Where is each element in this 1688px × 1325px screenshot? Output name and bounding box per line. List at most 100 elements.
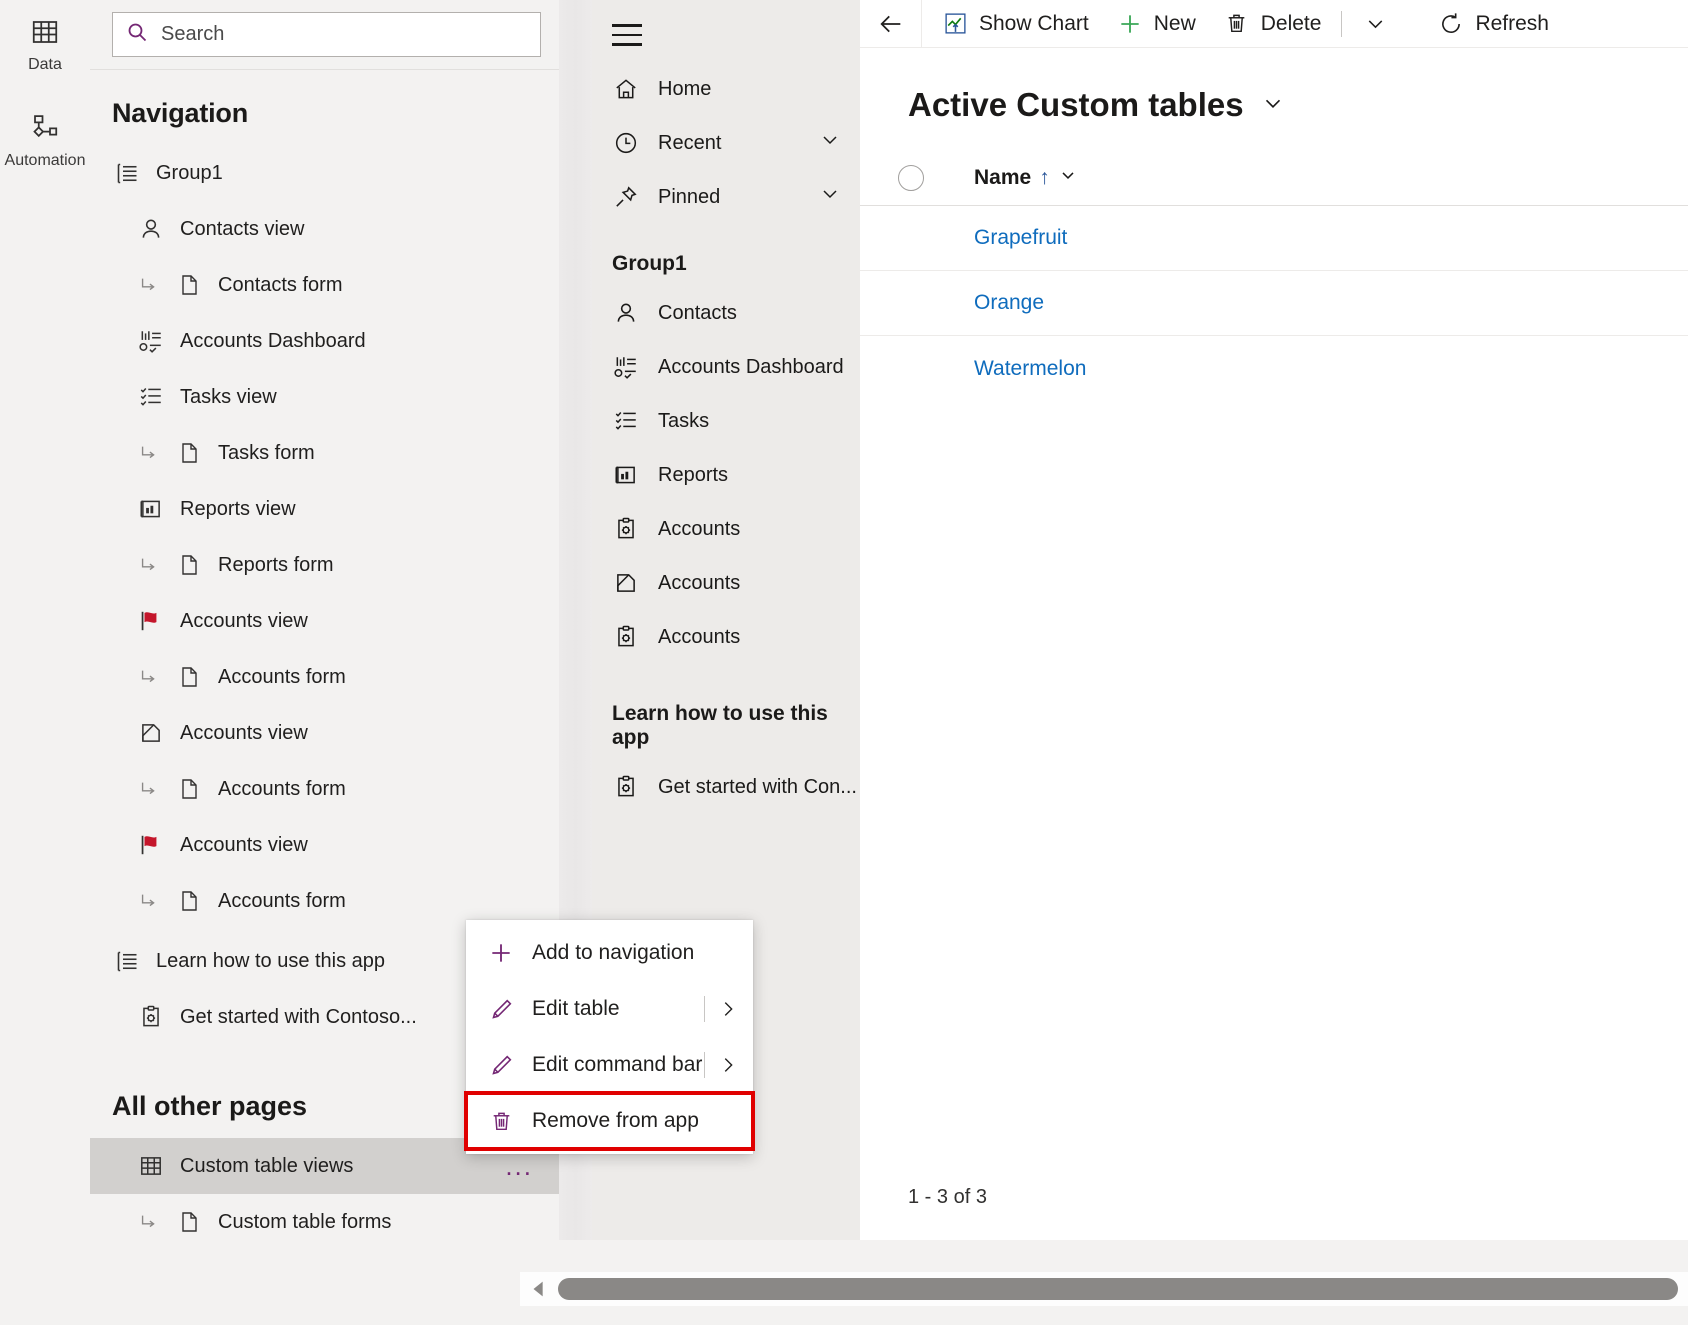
other-page-label: Custom table forms — [218, 1210, 392, 1233]
column-header-name[interactable]: Name ↑ — [974, 165, 1078, 191]
submenu-indicator[interactable] — [704, 1052, 753, 1078]
submenu-indicator[interactable] — [704, 996, 753, 1022]
tree-item-label: Reports view — [180, 497, 296, 520]
rail-item-label: Automation — [4, 151, 86, 169]
page-icon — [174, 886, 204, 916]
menu-item-edit-table[interactable]: Edit table — [466, 981, 753, 1037]
contact-icon — [612, 299, 640, 327]
preview-item-label: Pinned — [658, 185, 721, 208]
preview-item-label: Recent — [658, 131, 722, 154]
menu-item-add-to-navigation[interactable]: Add to navigation — [466, 925, 753, 981]
chevron-down-icon[interactable] — [1260, 90, 1286, 121]
clipboard-gear-icon — [612, 623, 640, 651]
more-options-icon[interactable]: ... — [505, 1153, 533, 1179]
tree-item-accounts-dashboard[interactable]: Accounts Dashboard — [90, 313, 559, 369]
tree-item-label: Accounts Dashboard — [180, 329, 366, 352]
preview-item-label: Accounts — [658, 517, 741, 540]
tree-item-reports-form[interactable]: Reports form — [90, 537, 559, 593]
select-all-circle[interactable] — [898, 164, 924, 191]
group-list-icon — [112, 946, 142, 976]
home-icon — [612, 75, 640, 103]
preview-item-recent[interactable]: Recent — [592, 116, 860, 170]
scrollbar-track[interactable] — [558, 1272, 1688, 1306]
plus-icon — [1117, 11, 1143, 37]
search-input[interactable]: Search — [112, 12, 541, 57]
tree-item-tasks-view[interactable]: Tasks view — [90, 369, 559, 425]
preview-item-reports[interactable]: Reports — [592, 448, 860, 502]
tree-item-reports-view[interactable]: Reports view — [90, 481, 559, 537]
view-selector[interactable]: Active Custom tables — [860, 48, 1688, 150]
table-row[interactable]: Orange — [860, 271, 1688, 336]
tree-item-accounts-form[interactable]: Accounts form — [90, 761, 559, 817]
preview-group-label: Group1 — [612, 252, 687, 275]
contact-icon — [136, 214, 166, 244]
menu-divider — [704, 1052, 705, 1078]
preview-item-accounts[interactable]: Accounts — [592, 610, 860, 664]
preview-learn-label: Learn how to use this app — [612, 702, 828, 749]
preview-item-get-started[interactable]: Get started with Con... — [592, 760, 860, 814]
command-bar: Show Chart New Delete Refresh — [860, 0, 1688, 48]
preview-item-accounts-dashboard[interactable]: Accounts Dashboard — [592, 340, 860, 394]
app-root: Data Automation Search Navigation Group1… — [0, 0, 1688, 1325]
tree-item-accounts-view[interactable]: Accounts view — [90, 593, 559, 649]
menu-item-remove-from-app[interactable]: Remove from app — [464, 1091, 755, 1151]
chevron-down-icon[interactable] — [1058, 165, 1078, 191]
grid-header-row: Name ↑ — [860, 150, 1688, 206]
table-icon — [136, 1151, 166, 1181]
tree-item-label: Accounts form — [218, 889, 346, 912]
tree-item-contacts-form[interactable]: Contacts form — [90, 257, 559, 313]
preview-item-pinned[interactable]: Pinned — [592, 170, 860, 224]
search-area: Search — [90, 0, 559, 70]
overflow-commands-button[interactable] — [1348, 0, 1402, 48]
table-row[interactable]: Watermelon — [860, 336, 1688, 401]
new-button[interactable]: New — [1103, 0, 1210, 48]
plus-icon — [486, 938, 516, 968]
content-pane: Show Chart New Delete Refresh Active Cus… — [860, 0, 1688, 1240]
pin-icon — [612, 183, 640, 211]
tree-item-accounts-view[interactable]: Accounts view — [90, 817, 559, 873]
row-name-link[interactable]: Watermelon — [974, 357, 1086, 381]
other-page-label: Custom table views — [180, 1154, 354, 1177]
delete-button[interactable]: Delete — [1210, 0, 1336, 48]
tree-item-group1[interactable]: Group1 — [90, 145, 559, 201]
preview-item-contacts[interactable]: Contacts — [592, 286, 860, 340]
preview-item-label: Reports — [658, 463, 729, 486]
scroll-left-arrow-icon[interactable] — [520, 1272, 558, 1306]
preview-item-accounts[interactable]: Accounts — [592, 556, 860, 610]
chevron-down-icon[interactable] — [818, 128, 842, 158]
tree-item-label: Accounts view — [180, 609, 308, 632]
preview-item-accounts[interactable]: Accounts — [592, 502, 860, 556]
hamburger-icon[interactable] — [612, 8, 652, 62]
row-name-link[interactable]: Orange — [974, 291, 1044, 315]
chevron-down-icon[interactable] — [818, 182, 842, 212]
menu-item-label: Edit command bar — [532, 1053, 703, 1076]
report-icon — [136, 494, 166, 524]
preview-item-label: Tasks — [658, 409, 710, 432]
scrollbar-thumb[interactable] — [558, 1278, 1678, 1300]
tree-item-accounts-view[interactable]: Accounts view — [90, 705, 559, 761]
preview-item-tasks[interactable]: Tasks — [592, 394, 860, 448]
grid-pager: 1 - 3 of 3 — [860, 1154, 1688, 1240]
row-name-link[interactable]: Grapefruit — [974, 226, 1067, 250]
tree-item-tasks-form[interactable]: Tasks form — [90, 425, 559, 481]
rail-item-automation[interactable]: Automation — [0, 100, 90, 182]
trash-icon — [486, 1106, 516, 1136]
refresh-button[interactable]: Refresh — [1424, 0, 1563, 48]
folder-view-icon — [612, 569, 640, 597]
menu-item-edit-command-bar[interactable]: Edit command bar — [466, 1037, 753, 1093]
tree-item-label: Contacts view — [180, 217, 305, 240]
context-menu: Add to navigation Edit table Edit comman… — [464, 920, 755, 1154]
dashboard-icon — [612, 353, 640, 381]
preview-item-label: Contacts — [658, 301, 737, 324]
task-list-icon — [136, 382, 166, 412]
red-flag-icon — [136, 606, 166, 636]
table-row[interactable]: Grapefruit — [860, 206, 1688, 271]
tree-item-contacts-view[interactable]: Contacts view — [90, 201, 559, 257]
horizontal-scrollbar[interactable] — [520, 1272, 1688, 1306]
preview-item-home[interactable]: Home — [592, 62, 860, 116]
rail-item-data[interactable]: Data — [0, 4, 90, 86]
back-arrow-icon[interactable] — [860, 0, 922, 48]
folder-view-icon — [136, 718, 166, 748]
show-chart-button[interactable]: Show Chart — [928, 0, 1103, 48]
tree-item-accounts-form[interactable]: Accounts form — [90, 649, 559, 705]
